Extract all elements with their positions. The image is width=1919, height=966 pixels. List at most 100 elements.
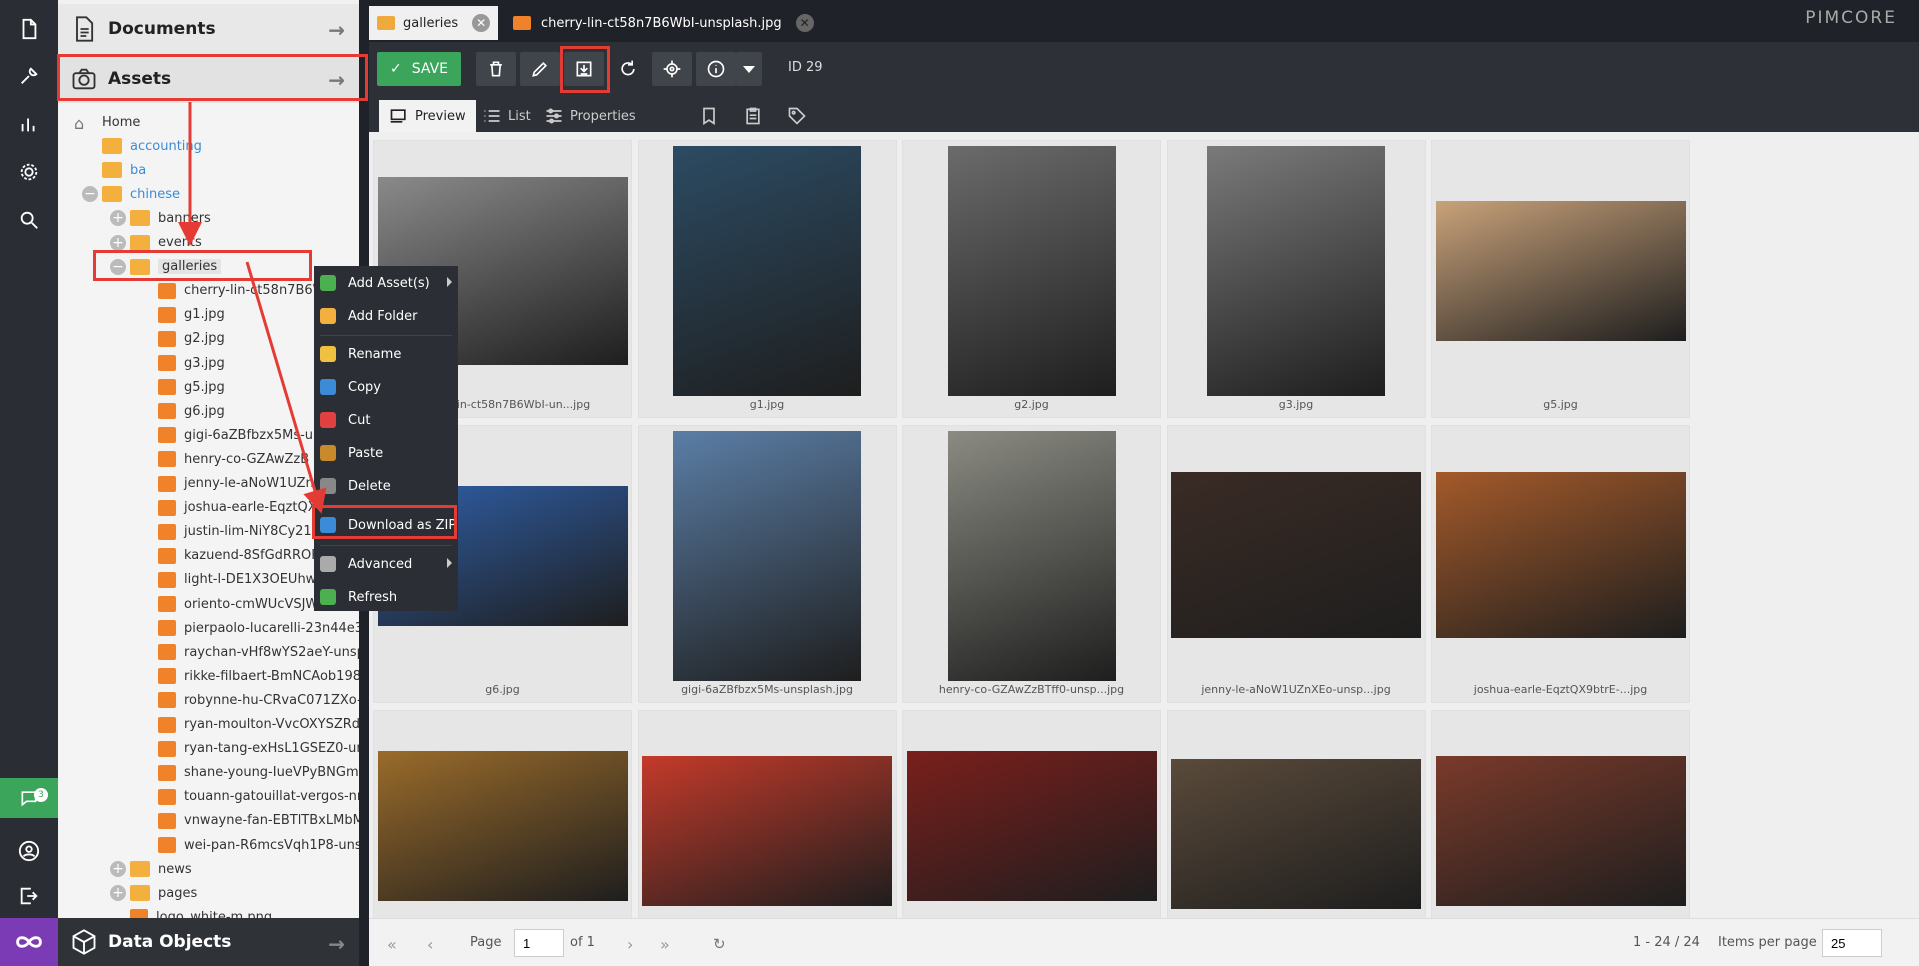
tree-node[interactable]: ryan-tang-exHsL1GSEZ0-uns: [158, 738, 359, 760]
asset-thumbnail[interactable]: [1431, 710, 1690, 918]
download-zip-button[interactable]: [564, 52, 604, 86]
tree-node[interactable]: g5.jpg: [158, 376, 225, 398]
context-menu-item[interactable]: Rename: [314, 339, 458, 369]
asset-thumbnail[interactable]: [1166, 710, 1426, 918]
tree-node[interactable]: news: [130, 858, 192, 880]
tree-node[interactable]: banners: [130, 207, 211, 229]
context-menu-item[interactable]: Paste: [314, 438, 458, 468]
tree-node[interactable]: kazuend-8SfGdRROF: [158, 545, 319, 567]
tree-node[interactable]: pierpaolo-lucarelli-23n44e33: [158, 617, 359, 639]
tree-node[interactable]: galleries: [130, 256, 222, 278]
asset-thumbnail[interactable]: [902, 710, 1161, 918]
expand-icon[interactable]: +: [110, 234, 126, 251]
first-page-icon[interactable]: «: [387, 935, 397, 954]
reports-icon[interactable]: [0, 101, 58, 147]
data-objects-accordion-header[interactable]: Data Objects →: [58, 918, 359, 966]
tree-node[interactable]: g3.jpg: [158, 352, 225, 374]
asset-thumbnail[interactable]: joshua-earle-EqztQX9btrE-...jpg: [1431, 425, 1690, 703]
tree-node[interactable]: cherry-lin-ct58n7B6Wb: [158, 280, 334, 302]
context-menu-item[interactable]: Advanced: [314, 549, 458, 579]
tree-node[interactable]: shane-young-IueVPyBNGmg: [158, 762, 359, 784]
reload-button[interactable]: [608, 52, 648, 86]
prev-page-icon[interactable]: ‹: [427, 935, 433, 954]
tab-properties[interactable]: Properties: [534, 100, 646, 132]
tree-node[interactable]: henry-co-GZAwZzB: [158, 448, 309, 470]
refresh-icon[interactable]: ↻: [713, 935, 726, 953]
info-button[interactable]: [696, 52, 736, 86]
asset-thumbnail[interactable]: jenny-le-aNoW1UZnXEo-unsp...jpg: [1166, 425, 1426, 703]
next-page-icon[interactable]: ›: [627, 935, 633, 954]
tab-notes[interactable]: [733, 100, 779, 132]
context-menu-item[interactable]: Add Asset(s): [314, 268, 458, 298]
asset-thumbnail[interactable]: g1.jpg: [637, 140, 897, 418]
tree-node[interactable]: justin-lim-NiY8Cy21: [158, 521, 312, 543]
tree-node[interactable]: wei-pan-R6mcsVqh1P8-unsp: [158, 834, 359, 856]
close-tab-icon[interactable]: ✕: [795, 14, 814, 32]
more-dropdown[interactable]: [736, 52, 762, 86]
tree-node[interactable]: touann-gatouillat-vergos-nn: [158, 786, 359, 808]
context-menu-item[interactable]: Delete: [314, 471, 458, 501]
asset-thumbnail[interactable]: henry-co-GZAwZzBTff0-unsp...jpg: [902, 425, 1161, 703]
tree-node[interactable]: ⌂ Home: [74, 111, 140, 133]
assets-accordion-header[interactable]: Assets →: [58, 54, 359, 104]
tree-node[interactable]: ba: [102, 159, 146, 181]
tree-node[interactable]: raychan-vHf8wYS2aeY-unsp: [158, 641, 359, 663]
page-number-input[interactable]: [514, 929, 564, 957]
expand-icon[interactable]: +: [110, 885, 126, 902]
user-profile-icon[interactable]: [0, 828, 58, 874]
close-tab-icon[interactable]: ✕: [472, 14, 491, 32]
asset-thumbnail[interactable]: g3.jpg: [1166, 140, 1426, 418]
asset-thumbnail[interactable]: g2.jpg: [902, 140, 1161, 418]
context-menu-item[interactable]: Copy: [314, 372, 458, 402]
tab-tags[interactable]: [777, 100, 823, 132]
tree-node[interactable]: chinese: [102, 183, 180, 205]
tools-icon[interactable]: [0, 53, 58, 99]
tree-node[interactable]: g2.jpg: [158, 328, 225, 350]
search-icon[interactable]: [0, 197, 58, 243]
tree-node[interactable]: accounting: [102, 135, 202, 157]
symfony-toolbar-toggle[interactable]: [0, 918, 58, 966]
tree-node[interactable]: rikke-filbaert-BmNCAob198g: [158, 665, 359, 687]
context-menu-item[interactable]: Cut: [314, 405, 458, 435]
asset-thumbnail[interactable]: [373, 710, 632, 918]
tree-node[interactable]: jenny-le-aNoW1UZn: [158, 473, 314, 495]
save-button[interactable]: ✓ SAVE: [377, 52, 461, 86]
tree-node[interactable]: robynne-hu-CRvaC071ZXo-u: [158, 689, 359, 711]
asset-thumbnail[interactable]: [637, 710, 897, 918]
asset-thumbnail[interactable]: g5.jpg: [1431, 140, 1690, 418]
tree-node[interactable]: light-l-DE1X3OEUhw: [158, 569, 316, 591]
tree-node[interactable]: ryan-moulton-VvcOXYSZRdc: [158, 714, 359, 736]
tree-node[interactable]: gigi-6aZBfbzx5Ms-un: [158, 424, 321, 446]
last-page-icon[interactable]: »: [660, 935, 670, 954]
tree-node[interactable]: g6.jpg: [158, 400, 225, 422]
tree-node[interactable]: oriento-cmWUcVSJW: [158, 593, 318, 615]
expand-icon[interactable]: +: [110, 861, 126, 878]
tree-node[interactable]: events: [130, 232, 202, 254]
rename-button[interactable]: [520, 52, 560, 86]
collapse-icon[interactable]: −: [82, 186, 98, 203]
context-menu-item[interactable]: Download as ZIP: [314, 510, 458, 540]
tree-node[interactable]: g1.jpg: [158, 304, 225, 326]
documents-icon[interactable]: [0, 6, 58, 52]
tab-galleries[interactable]: galleries ✕: [369, 6, 499, 40]
delete-button[interactable]: [476, 52, 516, 86]
show-in-tree-button[interactable]: [652, 52, 692, 86]
asset-thumbnail[interactable]: gigi-6aZBfbzx5Ms-unsplash.jpg: [637, 425, 897, 703]
tab-bookmark[interactable]: [689, 100, 735, 132]
logout-icon[interactable]: [0, 873, 58, 919]
documents-accordion-header[interactable]: Documents →: [58, 4, 359, 54]
tree-node[interactable]: vnwayne-fan-EBTlTBxLMbM-: [158, 810, 359, 832]
items-per-page-select[interactable]: [1822, 929, 1882, 957]
context-menu-item[interactable]: Add Folder: [314, 301, 458, 331]
tree-node[interactable]: joshua-earle-EqztQX: [158, 497, 317, 519]
settings-gear-icon[interactable]: [0, 149, 58, 195]
tree-node[interactable]: logo_white-m.png: [130, 906, 272, 918]
tree-node[interactable]: pages: [130, 882, 197, 904]
tab-list[interactable]: List: [472, 100, 541, 132]
collapse-icon[interactable]: −: [110, 258, 126, 275]
notifications-button[interactable]: 3: [0, 778, 58, 818]
tab-preview[interactable]: Preview: [379, 100, 476, 132]
tab-cherry-lin-image[interactable]: cherry-lin-ct58n7B6WbI-unsplash.jpg ✕: [505, 6, 822, 40]
context-menu-item[interactable]: Refresh: [314, 582, 458, 612]
expand-icon[interactable]: +: [110, 210, 126, 227]
